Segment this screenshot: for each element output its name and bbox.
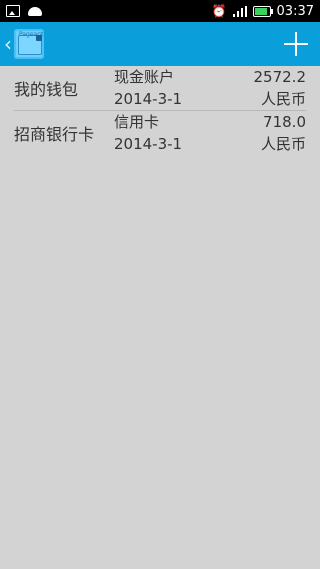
- account-currency: 人民币: [260, 135, 306, 153]
- wallet-app-icon: Pageant: [14, 29, 44, 59]
- account-balance: 718.0: [263, 113, 306, 131]
- account-name: 招商银行卡: [14, 125, 95, 144]
- alarm-icon: ⏰: [211, 4, 227, 18]
- account-row[interactable]: 我的钱包 现金账户 2572.2 2014-3-1 人民币: [14, 66, 306, 111]
- signal-icon: [232, 5, 247, 17]
- action-bar: ‹ Pageant: [0, 22, 320, 66]
- account-type: 现金账户: [114, 68, 175, 86]
- account-info: 现金账户 2572.2 2014-3-1 人民币: [114, 66, 306, 110]
- account-list: 我的钱包 现金账户 2572.2 2014-3-1 人民币 招商银行卡 信用卡 …: [0, 66, 320, 155]
- image-notification-icon: [6, 5, 20, 17]
- chevron-left-icon: ‹: [4, 32, 12, 56]
- account-date: 2014-3-1: [114, 90, 183, 108]
- status-clock: 03:37: [276, 3, 314, 19]
- account-balance: 2572.2: [253, 68, 307, 86]
- add-account-button[interactable]: [282, 30, 310, 58]
- status-bar: ⏰ 03:37: [0, 0, 320, 22]
- account-date: 2014-3-1: [114, 135, 183, 153]
- battery-icon: [252, 5, 273, 17]
- home-up-button[interactable]: ‹ Pageant: [4, 29, 44, 59]
- account-info: 信用卡 718.0 2014-3-1 人民币: [114, 111, 306, 155]
- account-type: 信用卡: [114, 113, 160, 131]
- account-row[interactable]: 招商银行卡 信用卡 718.0 2014-3-1 人民币: [14, 111, 306, 155]
- account-name: 我的钱包: [14, 80, 79, 99]
- android-notification-icon: [28, 6, 42, 16]
- account-currency: 人民币: [260, 90, 306, 108]
- battery-fill: [254, 7, 268, 15]
